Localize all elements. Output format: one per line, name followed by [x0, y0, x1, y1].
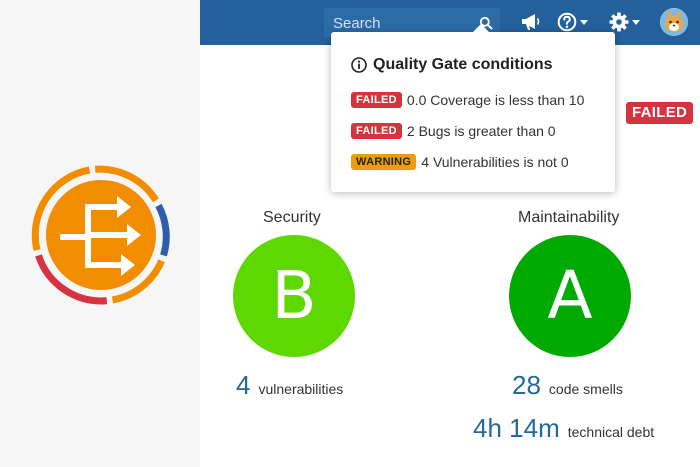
technical-debt-value[interactable]: 4h 14m [473, 413, 560, 444]
chevron-down-icon [580, 19, 588, 25]
notifications-button[interactable] [520, 11, 542, 33]
megaphone-icon [522, 14, 540, 30]
vulnerabilities-metric[interactable]: 4 vulnerabilities [236, 370, 343, 401]
technical-debt-label: technical debt [567, 424, 655, 440]
condition-row: FAILED 0.0 Coverage is less than 10 [351, 92, 584, 108]
condition-text: 2 Bugs is greater than 0 [406, 123, 556, 139]
quality-gate-status-badge[interactable]: FAILED [626, 102, 694, 124]
security-rating[interactable]: B [233, 235, 355, 357]
code-smells-metric[interactable]: 28 code smells [512, 370, 623, 401]
condition-text: 0.0 Coverage is less than 10 [406, 92, 585, 108]
popup-arrow [473, 24, 489, 32]
code-smells-count[interactable]: 28 [512, 370, 541, 401]
info-icon [351, 57, 367, 73]
sonarqube-app: Quality Gate conditions FAILED 0.0 Cover… [200, 0, 700, 467]
failed-badge: FAILED [351, 92, 402, 108]
maintainability-rating[interactable]: A [509, 235, 631, 357]
gear-icon [609, 12, 629, 32]
left-panel [0, 0, 200, 467]
failed-badge: FAILED [351, 123, 402, 139]
code-smells-label: code smells [548, 381, 623, 397]
security-title: Security [263, 209, 321, 226]
continuous-integration-logo-icon [31, 165, 170, 305]
avatar-icon [660, 8, 688, 36]
vulnerabilities-label: vulnerabilities [258, 381, 344, 397]
help-icon [557, 12, 577, 32]
popup-title: Quality Gate conditions [351, 56, 553, 74]
condition-text: 4 Vulnerabilities is not 0 [421, 154, 569, 170]
warning-badge: WARNING [351, 154, 417, 170]
vulnerabilities-count[interactable]: 4 [236, 370, 250, 401]
help-menu-button[interactable] [557, 11, 588, 33]
quality-gate-conditions-popup: Quality Gate conditions FAILED 0.0 Cover… [331, 24, 615, 192]
technical-debt-metric[interactable]: 4h 14m technical debt [473, 413, 654, 444]
condition-row: FAILED 2 Bugs is greater than 0 [351, 123, 556, 139]
chevron-down-icon [632, 19, 640, 25]
maintainability-title: Maintainability [518, 209, 620, 226]
user-avatar[interactable] [660, 8, 688, 36]
condition-row: WARNING 4 Vulnerabilities is not 0 [351, 154, 569, 170]
settings-menu-button[interactable] [609, 11, 640, 33]
popup-title-text: Quality Gate conditions [373, 56, 553, 73]
